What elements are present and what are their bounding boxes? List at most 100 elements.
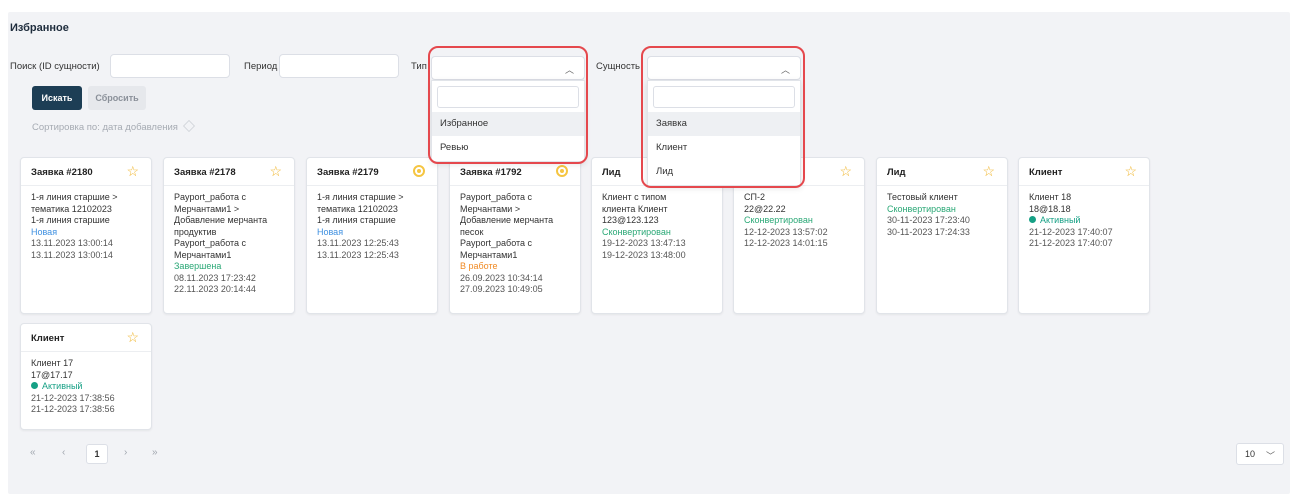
card-date: 13.11.2023 12:25:43 (317, 238, 399, 248)
card-text: Payport_работа с (174, 192, 247, 202)
star-icon[interactable]: ☆ (126, 164, 139, 178)
card-text: 1-я линия старшие > (31, 192, 118, 202)
card-date: 30-11-2023 17:23:40 (887, 215, 970, 225)
card-date: 21-12-2023 17:38:56 (31, 392, 115, 403)
card-text: клиента Клиент (602, 203, 668, 214)
card-date: 19-12-2023 13:48:00 (602, 249, 686, 260)
card-text: Payport_работа с (460, 192, 533, 202)
card-text: Payport_работа с (460, 238, 533, 248)
card-text: Payport_работа с (174, 238, 247, 248)
next-page-button[interactable]: › (124, 447, 127, 458)
card-text: 22@22.22 (744, 203, 786, 214)
card-date: 27.09.2023 10:49:05 (460, 284, 543, 294)
card-date: 22.11.2023 20:14:44 (174, 284, 256, 294)
type-label: Тип (411, 61, 427, 72)
status-text: Активный (1040, 215, 1081, 225)
status-badge: Новая (31, 226, 58, 237)
status-badge: Активный (31, 381, 141, 393)
card-title: Заявка #1792 (460, 167, 522, 178)
target-icon[interactable] (413, 165, 425, 177)
highlight-frame (428, 46, 588, 164)
card-text: Клиент 17 (31, 358, 74, 368)
card-text: СП-2 (744, 192, 765, 202)
card-text: Добавление мерчанта (460, 215, 554, 225)
target-icon[interactable] (556, 165, 568, 177)
card-request-2179[interactable]: Заявка #2179 1-я линия старшие > тематик… (306, 157, 438, 314)
status-badge: Завершена (174, 261, 222, 271)
star-icon[interactable]: ☆ (126, 330, 139, 344)
card-date: 21-12-2023 17:40:07 (1029, 238, 1113, 248)
card-text: Тестовый клиент (887, 192, 958, 202)
card-date: 26.09.2023 10:34:14 (460, 272, 543, 283)
card-text: Мерчантами1 (174, 249, 232, 260)
card-date: 21-12-2023 17:38:56 (31, 404, 115, 414)
highlight-frame (641, 46, 805, 188)
status-dot-icon (31, 382, 38, 389)
card-client-18[interactable]: Клиент ☆ Клиент 18 18@18.18 Активный 21-1… (1018, 157, 1150, 314)
card-text: продуктив (174, 226, 217, 237)
last-page-button[interactable]: » (152, 447, 158, 458)
card-date: 13.11.2023 13:00:14 (31, 238, 113, 248)
search-button[interactable]: Искать (32, 86, 82, 110)
chevron-down-icon: ﹀ (1265, 451, 1275, 461)
prev-page-button[interactable]: ‹ (62, 447, 65, 458)
status-badge: Сконвертирован (602, 226, 671, 237)
search-label: Поиск (ID сущности) (10, 61, 100, 72)
card-date: 30-11-2023 17:24:33 (887, 226, 970, 237)
card-text: Мерчантами1 > (174, 203, 240, 214)
search-input[interactable] (110, 54, 230, 78)
card-request-2180[interactable]: Заявка #2180 ☆ 1-я линия старшие > темати… (20, 157, 152, 314)
card-text: 1-я линия старшие > (317, 192, 404, 202)
reset-button[interactable]: Сбросить (88, 86, 146, 110)
star-icon[interactable]: ☆ (982, 164, 995, 178)
card-title: Заявка #2180 (31, 167, 93, 178)
status-badge: Активный (1029, 215, 1139, 227)
status-dot-icon (1029, 216, 1036, 223)
star-icon[interactable]: ☆ (1124, 164, 1137, 178)
card-lead-3[interactable]: Лид ☆ Тестовый клиент Сконвертирован 30-1… (876, 157, 1008, 314)
status-badge: Сконвертирован (744, 215, 813, 225)
status-badge: В работе (460, 261, 498, 271)
card-text: песок (460, 226, 484, 237)
status-badge: Новая (317, 226, 344, 237)
page-button-current[interactable]: 1 (86, 444, 108, 464)
card-text: тематика 12102023 (317, 203, 398, 214)
page-size-value: 10 (1245, 449, 1256, 459)
card-date: 13.11.2023 12:25:43 (317, 249, 399, 260)
card-text: 17@17.17 (31, 369, 73, 380)
card-text: Добавление мерчанта (174, 215, 268, 225)
card-text: 18@18.18 (1029, 203, 1071, 214)
entity-label: Сущность (596, 61, 641, 72)
status-badge: Сконвертирован (887, 203, 956, 214)
card-text: 1-я линия старшие (31, 215, 110, 225)
star-icon[interactable]: ☆ (269, 164, 282, 178)
page-title: Избранное (10, 22, 69, 34)
card-title: Лид (602, 167, 621, 178)
card-title: Заявка #2179 (317, 167, 379, 178)
period-label: Период (244, 61, 278, 72)
card-date: 12-12-2023 13:57:02 (744, 226, 828, 237)
card-date: 19-12-2023 13:47:13 (602, 238, 686, 248)
card-title: Лид (887, 167, 906, 178)
card-title: Клиент (31, 333, 65, 344)
sort-label: Сортировка по: дата добавления (32, 122, 178, 133)
card-date: 13.11.2023 13:00:14 (31, 249, 113, 260)
star-icon[interactable]: ☆ (839, 164, 852, 178)
card-title: Заявка #2178 (174, 167, 236, 178)
card-text: 1-я линия старшие (317, 215, 396, 225)
card-text: Клиент с типом (602, 192, 667, 202)
card-text: тематика 12102023 (31, 203, 112, 214)
card-client-17[interactable]: Клиент ☆ Клиент 17 17@17.17 Активный 21-1… (20, 323, 152, 430)
page-size-select[interactable]: 10 ﹀ (1236, 443, 1284, 465)
card-date: 21-12-2023 17:40:07 (1029, 226, 1113, 237)
card-text: Мерчантами > (460, 203, 521, 214)
card-text: Мерчантами1 (460, 249, 518, 260)
card-date: 08.11.2023 17:23:42 (174, 272, 256, 283)
period-input[interactable] (279, 54, 399, 78)
card-request-1792[interactable]: Заявка #1792 Payport_работа с Мерчантами… (449, 157, 581, 314)
first-page-button[interactable]: « (30, 447, 36, 458)
card-title: Клиент (1029, 167, 1063, 178)
card-request-2178[interactable]: Заявка #2178 ☆ Payport_работа с Мерчантам… (163, 157, 295, 314)
card-text: Клиент 18 (1029, 192, 1072, 202)
card-date: 12-12-2023 14:01:15 (744, 238, 828, 248)
